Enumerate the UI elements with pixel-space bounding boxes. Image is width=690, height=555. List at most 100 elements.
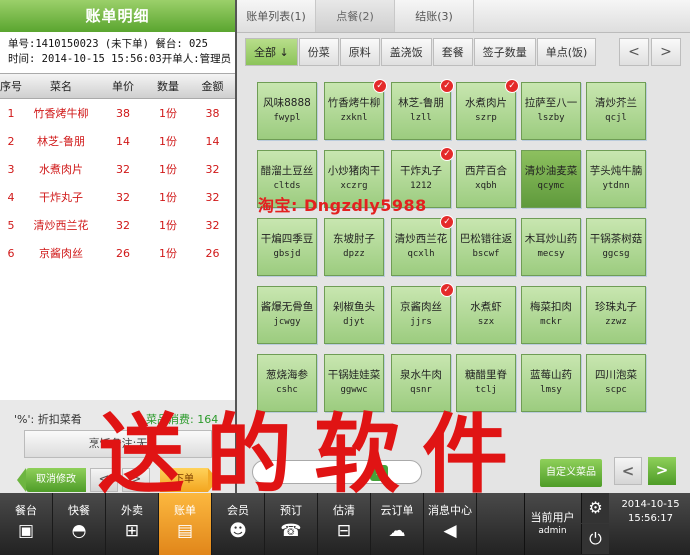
- nav-cart[interactable]: 外卖 ⊞: [106, 493, 159, 555]
- dish-name: 水煮肉片: [465, 97, 507, 109]
- row-index: 6: [7, 246, 15, 260]
- dish-code: gbsjd: [273, 249, 301, 259]
- nav-label: 预订: [280, 504, 302, 517]
- nav-basket[interactable]: 估清 ⊟: [318, 493, 371, 555]
- clock-date: 2014-10-15: [621, 499, 680, 510]
- nav-label: 快餐: [68, 504, 90, 517]
- dish-tile[interactable]: 拉萨至八一 lszby: [521, 82, 581, 140]
- page-next-button[interactable]: >: [648, 457, 676, 485]
- discount-hint: '%': 折扣菜肴: [14, 413, 82, 426]
- table-row[interactable]: 1 竹香烤牛柳 38 1份 38: [0, 99, 235, 127]
- chevron-left-icon: <: [628, 44, 640, 60]
- dish-tile[interactable]: 珍珠丸子 zzwz: [586, 286, 646, 344]
- dish-code: szrp: [475, 113, 497, 123]
- dish-code: mckr: [540, 317, 562, 327]
- tab-checkout[interactable]: 结账(3): [395, 0, 474, 32]
- page-prev-button[interactable]: <: [614, 457, 642, 485]
- chevron-right-icon: >: [660, 44, 672, 60]
- nav-cloud[interactable]: 云订单 ☁: [371, 493, 424, 555]
- row-qty: 1份: [159, 191, 177, 204]
- col-index: 序号: [0, 79, 22, 93]
- table-row[interactable]: 2 林芝-鲁朋 14 1份 14: [0, 127, 235, 155]
- current-user: 当前用户 admin: [524, 493, 580, 555]
- dish-tile[interactable]: 四川泡菜 scpc: [586, 354, 646, 412]
- phone-icon: ☎: [280, 521, 302, 541]
- dish-name: 东坡肘子: [333, 233, 375, 245]
- current-user-name: admin: [538, 526, 567, 536]
- tab-bill-list[interactable]: 账单列表(1): [237, 0, 316, 32]
- table-row[interactable]: 5 清炒西兰花 32 1份 32: [0, 211, 235, 239]
- row-dish-name: 水煮肉片: [39, 163, 83, 176]
- dish-code: ggcsg: [602, 249, 630, 259]
- order-time-line: 时间: 2014-10-15 15:56:03开单人:管理员: [8, 53, 232, 65]
- dish-tile[interactable]: 水煮肉片 szrp ✓: [456, 79, 519, 140]
- dish-name: 京酱肉丝: [400, 301, 442, 313]
- category-portion[interactable]: 份菜: [298, 38, 339, 66]
- dish-tile[interactable]: 巴松错往返 bscwf: [456, 218, 516, 276]
- dish-code: djyt: [343, 317, 365, 327]
- dish-tile[interactable]: 清炒西兰花 qcxlh ✓: [391, 215, 454, 276]
- dish-tile[interactable]: 水煮虾 szx: [456, 286, 516, 344]
- category-next-button[interactable]: >: [651, 38, 681, 66]
- row-index: 5: [7, 218, 15, 232]
- dish-name: 葱烧海参: [266, 369, 308, 381]
- nav-burger[interactable]: 快餐 ◓: [53, 493, 106, 555]
- order-number-line: 单号:1410150023 (未下单) 餐台: 025: [8, 38, 208, 50]
- category-prev-button[interactable]: <: [619, 38, 649, 66]
- clipboard-icon: ▤: [176, 521, 194, 541]
- clock: 2014-10-15 15:56:17: [611, 493, 690, 555]
- dish-name: 珍珠丸子: [595, 301, 637, 313]
- table-row[interactable]: 6 京酱肉丝 26 1份 26: [0, 239, 235, 267]
- dish-name: 风味8888: [263, 97, 311, 109]
- row-price: 32: [116, 190, 130, 204]
- dish-tile[interactable]: 京酱肉丝 jjrs ✓: [391, 283, 454, 344]
- dish-tile[interactable]: 清炒油麦菜 qcymc: [521, 150, 581, 208]
- dish-tile[interactable]: 东坡肘子 dpzz: [324, 218, 384, 276]
- dish-code: qcjl: [605, 113, 627, 123]
- nav-table[interactable]: 餐台 ▣: [0, 493, 53, 555]
- dish-tile[interactable]: 酱爆无骨鱼 jcwgy: [257, 286, 317, 344]
- dish-tile[interactable]: 梅菜扣肉 mckr: [521, 286, 581, 344]
- category-single-rice[interactable]: 单点(饭): [536, 38, 597, 66]
- dish-tile[interactable]: 木耳炒山药 mecsy: [521, 218, 581, 276]
- table-icon: ▣: [17, 521, 35, 541]
- dish-tile[interactable]: 林芝-鲁朋 lzll ✓: [391, 79, 454, 140]
- category-skewers[interactable]: 签子数量: [473, 38, 536, 66]
- settings-button[interactable]: ⚙: [581, 493, 609, 523]
- dish-tile[interactable]: 蓝莓山药 lmsy: [521, 354, 581, 412]
- nav-label: 餐台: [15, 504, 37, 517]
- nav-clipboard[interactable]: 账单 ▤: [159, 493, 212, 555]
- row-qty: 1份: [159, 219, 177, 232]
- dish-tile[interactable]: 剁椒鱼头 djyt: [324, 286, 384, 344]
- dish-tile[interactable]: 干煸四季豆 gbsjd: [257, 218, 317, 276]
- chevron-left-icon: <: [621, 462, 635, 480]
- dish-name: 泉水牛肉: [400, 369, 442, 381]
- checkmark-icon: ✓: [440, 79, 454, 93]
- dish-tile[interactable]: 清炒芥兰 qcjl: [586, 82, 646, 140]
- dish-name: 醋溜土豆丝: [260, 165, 314, 177]
- dish-tile[interactable]: 竹香烤牛柳 zxknl ✓: [324, 79, 387, 140]
- category-rice-bowl[interactable]: 盖浇饭: [380, 38, 432, 66]
- row-index: 2: [7, 134, 15, 148]
- dish-tile[interactable]: 芋头炖牛腩 ytdnn: [586, 150, 646, 208]
- table-row[interactable]: 3 水煮肉片 32 1份 32: [0, 155, 235, 183]
- category-raw[interactable]: 原料: [339, 38, 380, 66]
- nav-speaker[interactable]: 消息中心 ◀: [424, 493, 477, 555]
- table-row[interactable]: 4 干炸丸子 32 1份 32: [0, 183, 235, 211]
- dish-name: 糖醋里脊: [465, 369, 507, 381]
- dish-tile[interactable]: 干锅茶树菇 ggcsg: [586, 218, 646, 276]
- custom-dish-button[interactable]: 自定义菜品: [540, 459, 602, 487]
- row-price: 14: [116, 134, 130, 148]
- power-button[interactable]: ⏻: [581, 524, 609, 554]
- dish-code: xqbh: [475, 181, 497, 191]
- nav-phone[interactable]: 预订 ☎: [265, 493, 318, 555]
- row-amount: 26: [205, 246, 220, 260]
- dish-tile[interactable]: 风味8888 fwypl: [257, 82, 317, 140]
- category-all[interactable]: 全部 ↓: [245, 38, 298, 66]
- cancel-edit-button[interactable]: 取消修改: [17, 468, 86, 492]
- dish-tile[interactable]: 西芹百合 xqbh: [456, 150, 516, 208]
- tab-order-dishes[interactable]: 点餐(2): [316, 0, 395, 32]
- category-set-meal[interactable]: 套餐: [432, 38, 473, 66]
- nav-label: 云订单: [380, 504, 414, 517]
- nav-members[interactable]: 会员 ☻: [212, 493, 265, 555]
